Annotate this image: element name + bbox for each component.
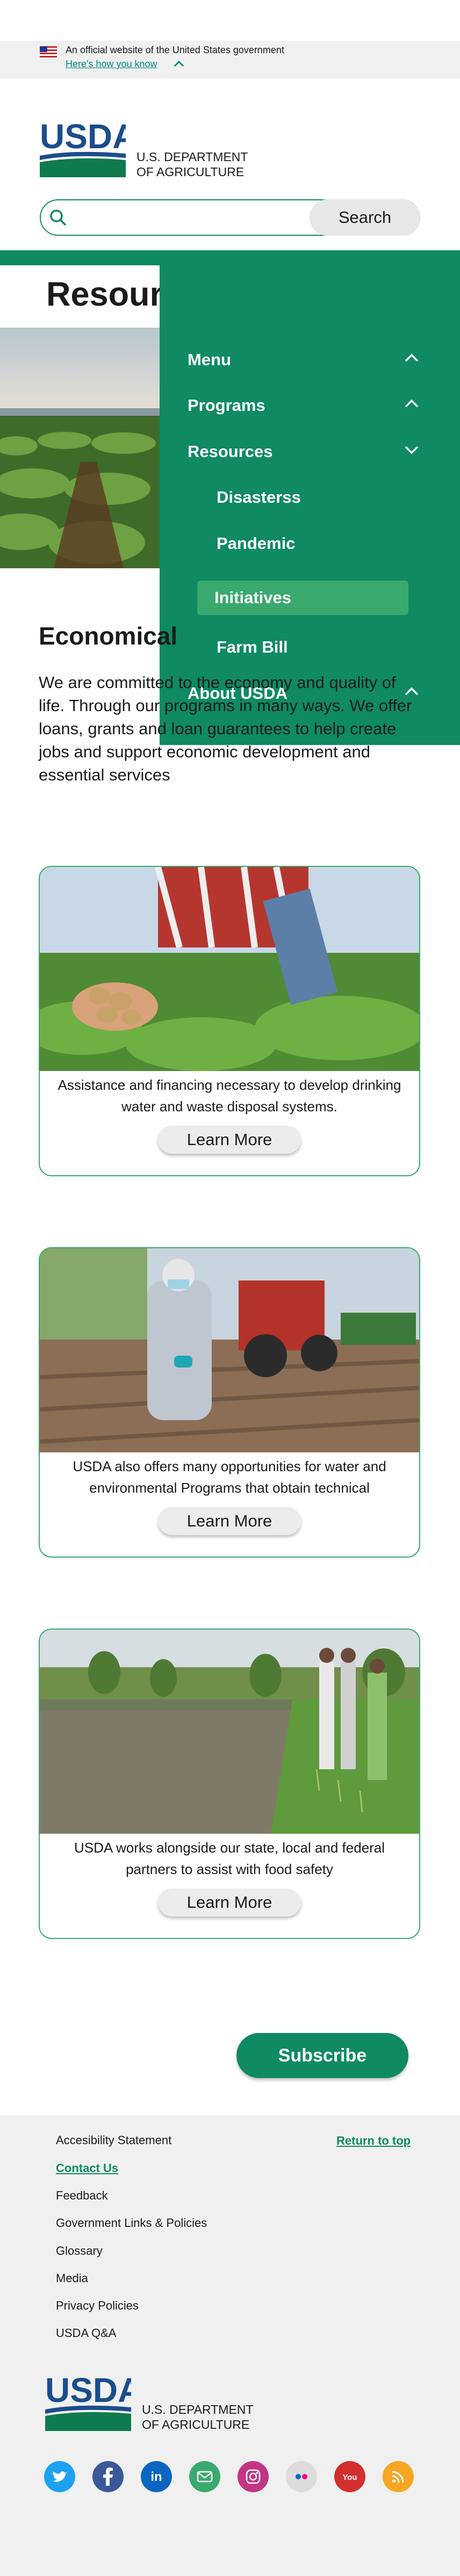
facebook-icon[interactable]: [92, 2461, 124, 2492]
subnav-item-pandemic[interactable]: Pandemic: [217, 534, 295, 553]
section-title: Economical: [39, 622, 178, 650]
email-icon[interactable]: [189, 2461, 220, 2492]
gov-banner: An official website of the United States…: [0, 41, 460, 78]
chevron-up-icon[interactable]: [402, 397, 421, 410]
chevron-up-icon[interactable]: [402, 351, 421, 364]
subnav-item-initiatives[interactable]: Initiatives: [197, 581, 408, 615]
footer-link-qa[interactable]: USDA Q&A: [56, 2326, 116, 2340]
instagram-icon[interactable]: [238, 2461, 269, 2492]
card-image-field-worker: [40, 1248, 419, 1452]
learn-more-button[interactable]: Learn More: [158, 1888, 301, 1916]
chevron-up-icon[interactable]: [173, 59, 185, 68]
search-bar: Search: [40, 199, 420, 236]
card-image-potatoes: [40, 867, 419, 1071]
svg-text:USDA: USDA: [45, 2372, 131, 2409]
resource-card: USDA also offers many opportunities for …: [39, 1247, 420, 1558]
footer-usda-logo[interactable]: USDA: [45, 2372, 131, 2431]
svg-text:You: You: [342, 2473, 357, 2482]
linkedin-icon[interactable]: in: [141, 2461, 172, 2492]
footer: Accesibility Statement Contact Us Feedba…: [0, 2115, 460, 2576]
subnav-item-label: Initiatives: [214, 588, 291, 607]
footer-link-glossary[interactable]: Glossary: [56, 2244, 103, 2258]
card-image-rice-field: [40, 1630, 419, 1834]
search-button[interactable]: Search: [310, 199, 420, 236]
resource-card: Assistance and financing necessary to de…: [39, 866, 420, 1176]
footer-link-privacy[interactable]: Privacy Policies: [56, 2299, 139, 2313]
section-text: We are committed to the economy and qual…: [39, 673, 412, 784]
chevron-down-icon[interactable]: [402, 443, 421, 456]
resource-card: USDA works alongside our state, local an…: [39, 1629, 420, 1939]
nav-strip: [0, 250, 460, 265]
nav-item-resources[interactable]: Resources: [188, 442, 273, 461]
dept-line-2: OF AGRICULTURE: [142, 2418, 250, 2432]
dept-line-1: U.S. DEPARTMENT: [142, 2403, 254, 2416]
nav-item-menu[interactable]: Menu: [188, 350, 231, 370]
department-name: U.S. DEPARTMENT OF AGRICULTURE: [136, 149, 248, 179]
hero-image: [0, 328, 161, 568]
card-caption: USDA also offers many opportunities for …: [73, 1458, 386, 1496]
card-caption: Assistance and financing necessary to de…: [58, 1077, 401, 1115]
how-you-know-link[interactable]: Here's how you know: [66, 59, 157, 70]
youtube-icon[interactable]: You: [334, 2461, 365, 2492]
footer-link-contact[interactable]: Contact Us: [56, 2161, 118, 2175]
subscribe-button[interactable]: Subscribe: [236, 2033, 408, 2078]
us-flag-icon: [40, 46, 57, 57]
learn-more-button[interactable]: Learn More: [158, 1507, 301, 1535]
nav-item-programs[interactable]: Programs: [188, 396, 265, 415]
card-caption: USDA works alongside our state, local an…: [74, 1840, 385, 1877]
footer-link-feedback[interactable]: Feedback: [56, 2189, 108, 2203]
search-input[interactable]: [73, 206, 331, 229]
learn-more-button[interactable]: Learn More: [158, 1126, 301, 1154]
footer-department-name: U.S. DEPARTMENT OF AGRICULTURE: [142, 2402, 253, 2432]
footer-link-accessibility[interactable]: Accesibility Statement: [56, 2133, 171, 2147]
subnav-item-farm-bill[interactable]: Farm Bill: [217, 638, 288, 657]
official-website-text: An official website of the United States…: [66, 45, 284, 55]
twitter-icon[interactable]: [44, 2461, 75, 2492]
usda-logo[interactable]: USDA: [40, 118, 126, 177]
return-to-top-link[interactable]: Return to top: [336, 2134, 411, 2148]
dept-line-2: OF AGRICULTURE: [136, 165, 245, 179]
footer-link-media[interactable]: Media: [56, 2271, 88, 2285]
subnav-item-disasters[interactable]: Disasterss: [217, 488, 301, 507]
rss-icon[interactable]: [383, 2461, 414, 2492]
svg-text:USDA: USDA: [40, 118, 126, 156]
flickr-icon[interactable]: [286, 2461, 317, 2492]
dept-line-1: U.S. DEPARTMENT: [136, 150, 248, 164]
footer-link-government-links[interactable]: Government Links & Policies: [56, 2216, 207, 2230]
search-icon: [50, 209, 67, 226]
svg-text:in: in: [150, 2470, 162, 2484]
